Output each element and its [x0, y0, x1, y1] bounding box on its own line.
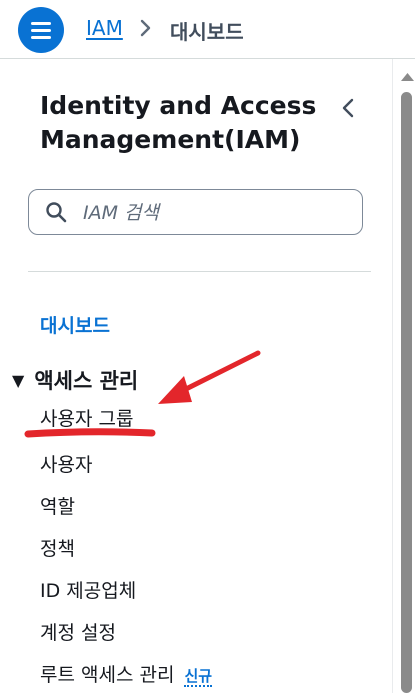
section-title: 액세스 관리 [34, 369, 139, 393]
sidebar-item-roles[interactable]: 역할 [40, 492, 75, 519]
sidebar-item-identity-providers[interactable]: ID 제공업체 [40, 576, 136, 603]
menu-button[interactable] [18, 7, 64, 53]
search-input[interactable] [81, 196, 355, 230]
collapse-sidebar-button[interactable] [338, 96, 358, 124]
sidebar-item-account-settings[interactable]: 계정 설정 [40, 618, 116, 645]
chevron-right-icon [138, 16, 154, 44]
search-box[interactable] [28, 189, 363, 235]
scroll-up-arrow-icon[interactable] [400, 68, 415, 87]
sidebar: Identity and Access Management(IAM) 대시보드… [0, 59, 393, 693]
scrollbar-thumb[interactable] [401, 92, 412, 693]
sidebar-item-root-access[interactable]: 루트 액세스 관리 신규 [40, 660, 213, 687]
top-bar: IAM 대시보드 [0, 0, 415, 59]
scrollbar[interactable] [400, 68, 415, 693]
caret-down-icon: ▼ [12, 371, 25, 390]
breadcrumb-current: 대시보드 [170, 20, 244, 44]
sidebar-item-user-groups[interactable]: 사용자 그룹 [40, 404, 133, 431]
search-icon [45, 201, 67, 227]
sidebar-item-dashboard[interactable]: 대시보드 [40, 311, 110, 338]
breadcrumb-iam-link[interactable]: IAM [86, 16, 123, 40]
divider [28, 271, 371, 272]
chevron-left-icon [342, 98, 354, 118]
sidebar-item-users[interactable]: 사용자 [40, 450, 92, 477]
sidebar-item-policies[interactable]: 정책 [40, 534, 75, 561]
menu-icon [31, 22, 51, 25]
sidebar-item-label: 루트 액세스 관리 [40, 664, 175, 686]
sidebar-title: Identity and Access Management(IAM) [40, 91, 317, 154]
new-badge: 신규 [184, 667, 213, 687]
section-access-management[interactable]: ▼ 액세스 관리 [12, 365, 138, 395]
